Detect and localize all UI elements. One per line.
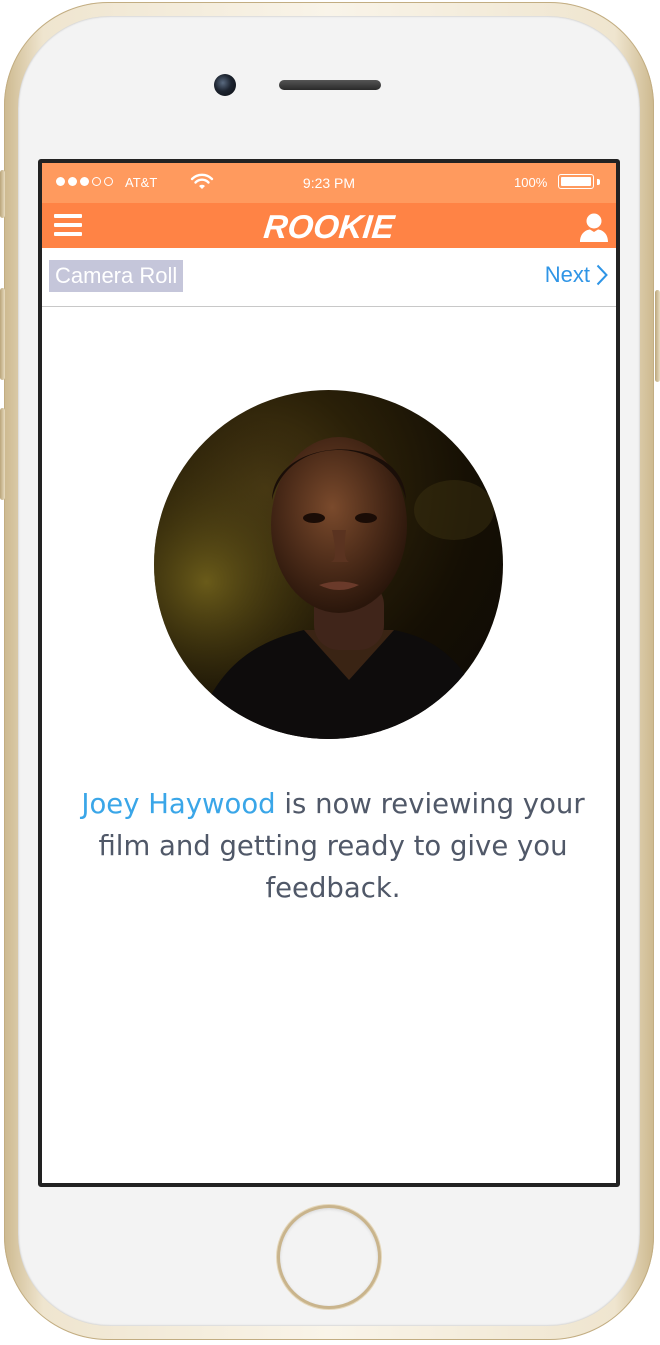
review-status-message: Joey Haywood is now reviewing your film …	[72, 783, 594, 909]
earpiece-speaker	[279, 80, 381, 90]
status-bar: AT&T 9:23 PM 100%	[42, 163, 616, 203]
phone-screen: AT&T 9:23 PM 100% ROOKIE Camera Roll Nex…	[38, 159, 620, 1187]
navigation-bar: Camera Roll Next	[42, 248, 616, 307]
next-label: Next	[544, 262, 590, 287]
app-header: ROOKIE	[42, 203, 616, 248]
app-view: AT&T 9:23 PM 100% ROOKIE Camera Roll Nex…	[42, 163, 616, 1183]
next-button[interactable]: Next	[545, 262, 608, 288]
reviewer-avatar	[154, 390, 503, 739]
volume-up-button	[0, 288, 5, 380]
reviewer-photo	[154, 390, 503, 739]
battery-tip	[597, 179, 600, 185]
front-camera	[214, 74, 236, 96]
user-profile-icon[interactable]	[578, 211, 610, 243]
mute-switch	[0, 170, 5, 218]
camera-roll-button[interactable]: Camera Roll	[49, 260, 184, 292]
battery-icon	[558, 174, 594, 189]
home-button[interactable]	[280, 1208, 378, 1306]
rookie-logo: ROOKIE	[262, 208, 397, 245]
volume-down-button	[0, 408, 5, 500]
chevron-right-icon	[596, 264, 608, 286]
battery-percentage: 100%	[514, 175, 548, 190]
power-button	[655, 290, 660, 382]
battery-level	[561, 177, 591, 186]
reviewer-name[interactable]: Joey Haywood	[81, 788, 275, 820]
